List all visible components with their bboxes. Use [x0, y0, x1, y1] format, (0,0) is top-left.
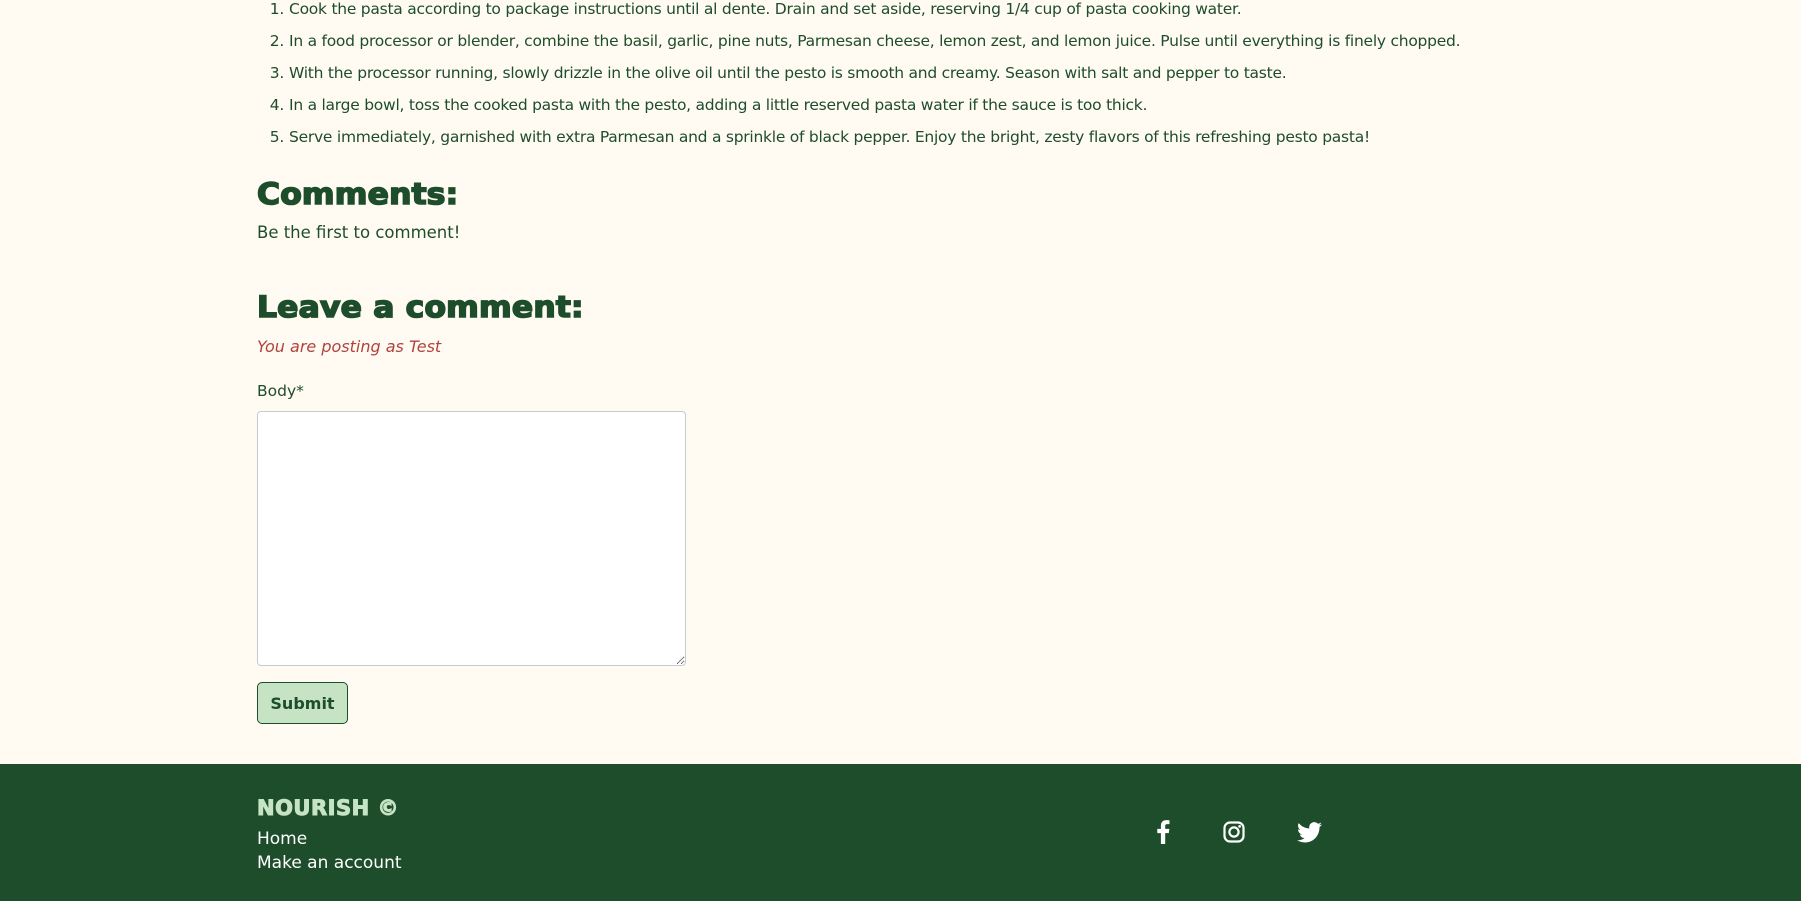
step-number: 4.: [269, 96, 285, 114]
comment-body-textarea[interactable]: [257, 411, 686, 666]
step-number: 3.: [269, 64, 285, 82]
posting-as-notice: You are posting as Test: [257, 337, 442, 356]
footer-link-home[interactable]: Home: [257, 829, 307, 849]
no-comments-message: Be the first to comment!: [257, 223, 461, 242]
step-text: Cook the pasta according to package inst…: [289, 0, 1242, 18]
twitter-icon[interactable]: [1295, 818, 1323, 846]
facebook-icon[interactable]: [1149, 818, 1177, 846]
step-text: Serve immediately, garnished with extra …: [289, 128, 1370, 146]
method-step: 3. With the processor running, slowly dri…: [257, 57, 1557, 89]
method-step: 2. In a food processor or blender, combin…: [257, 25, 1557, 57]
comments-heading: Comments:: [256, 176, 459, 212]
method-step: 4. In a large bowl, toss the cooked pasta…: [257, 89, 1557, 121]
footer-brand: NOURISH ©: [257, 796, 399, 821]
method-step: 1. Cook the pasta according to package in…: [257, 0, 1557, 25]
instagram-icon[interactable]: [1220, 818, 1248, 846]
body-field-label: Body*: [257, 382, 304, 400]
step-text: In a food processor or blender, combine …: [289, 32, 1461, 50]
step-text: In a large bowl, toss the cooked pasta w…: [289, 96, 1148, 114]
submit-button[interactable]: Submit: [257, 682, 348, 724]
recipe-method: 1. Cook the pasta according to package in…: [257, 0, 1557, 153]
method-step: 5. Serve immediately, garnished with extr…: [257, 121, 1557, 153]
step-number: 2.: [269, 32, 285, 50]
step-number: 1.: [269, 0, 285, 18]
method-steps-list: 1. Cook the pasta according to package in…: [257, 0, 1557, 153]
step-text: With the processor running, slowly drizz…: [289, 64, 1287, 82]
step-number: 5.: [269, 128, 285, 146]
site-footer: NOURISH © Home Make an account: [0, 764, 1801, 901]
leave-comment-heading: Leave a comment:: [256, 289, 584, 325]
footer-link-make-account[interactable]: Make an account: [257, 853, 402, 873]
